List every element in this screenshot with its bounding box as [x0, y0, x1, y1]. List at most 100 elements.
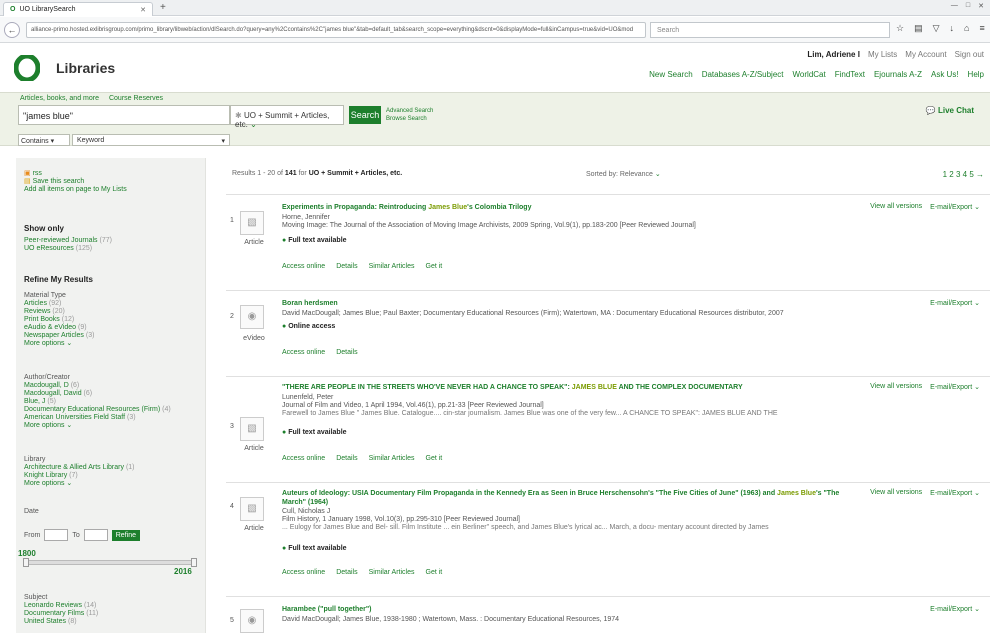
browser-search-field[interactable]: Search	[650, 22, 890, 38]
access-online-tab[interactable]: Access online	[282, 263, 325, 270]
star-icon[interactable]: ☆	[896, 23, 904, 34]
email-export-link[interactable]: E-mail/Export ⌄	[930, 489, 980, 497]
availability-status[interactable]: ● Full text available	[282, 237, 347, 244]
maximize-icon[interactable]: □	[966, 2, 970, 10]
view-all-versions-link[interactable]: View all versions	[870, 203, 922, 211]
my-lists-link[interactable]: My Lists	[868, 50, 897, 59]
facet-item[interactable]: Peer-reviewed Journals (77)	[24, 237, 112, 245]
facet-item[interactable]: Blue, J (5)	[24, 398, 171, 406]
similar-articles-tab[interactable]: Similar Articles	[369, 263, 415, 270]
facet-item[interactable]: Architecture & Allied Arts Library (1)	[24, 464, 135, 472]
pagination[interactable]: 1 2 3 4 5 →	[943, 170, 984, 179]
facet-item[interactable]: Reviews (20)	[24, 308, 94, 316]
close-window-icon[interactable]: ✕	[978, 2, 984, 10]
availability-status[interactable]: ● Full text available	[282, 545, 347, 552]
get-it-tab[interactable]: Get it	[426, 263, 443, 270]
back-arrow-icon[interactable]: ←	[4, 22, 20, 38]
save-search-link[interactable]: ▤ Save this search	[24, 178, 127, 186]
facet-item[interactable]: Articles (92)	[24, 300, 94, 308]
video-thumbnail-icon[interactable]: ◉	[240, 609, 264, 633]
email-export-link[interactable]: E-mail/Export ⌄	[930, 383, 980, 391]
tab-course-reserves[interactable]: Course Reserves	[109, 95, 163, 102]
nav-ejournals[interactable]: Ejournals A-Z	[874, 70, 922, 79]
minimize-icon[interactable]: —	[951, 2, 958, 10]
close-tab-icon[interactable]: ✕	[140, 6, 146, 14]
result-title-link[interactable]: Harambee ("pull together")	[282, 605, 802, 614]
slider-min-handle[interactable]	[23, 558, 29, 567]
facet-item[interactable]: Documentary Films (11)	[24, 610, 98, 618]
access-online-tab[interactable]: Access online	[282, 455, 325, 462]
article-thumbnail-icon[interactable]: ▧	[240, 211, 264, 235]
address-bar[interactable]: alliance-primo.hosted.exlibrisgroup.com/…	[26, 22, 646, 38]
nav-new-search[interactable]: New Search	[649, 70, 693, 79]
contains-select[interactable]: Contains ▾	[18, 134, 70, 146]
facet-item[interactable]: Newspaper Articles (3)	[24, 332, 94, 340]
search-button[interactable]: Search	[349, 106, 381, 124]
get-it-tab[interactable]: Get it	[426, 455, 443, 462]
search-input[interactable]: "james blue"	[18, 105, 230, 125]
nav-help[interactable]: Help	[968, 70, 984, 79]
live-chat-link[interactable]: 💬 Live Chat	[926, 106, 974, 115]
similar-articles-tab[interactable]: Similar Articles	[369, 455, 415, 462]
more-options-link[interactable]: More options ⌄	[24, 340, 94, 348]
similar-articles-tab[interactable]: Similar Articles	[369, 569, 415, 576]
next-arrow-icon[interactable]: →	[976, 170, 984, 179]
new-tab-icon[interactable]: +	[160, 2, 166, 13]
get-it-tab[interactable]: Get it	[426, 569, 443, 576]
facet-item[interactable]: Macdougall, David (6)	[24, 390, 171, 398]
menu-icon[interactable]: ≡	[979, 23, 984, 34]
result-title-link[interactable]: Auteurs of Ideology: USIA Documentary Fi…	[282, 489, 842, 507]
page-numbers[interactable]: 1 2 3 4 5	[943, 170, 974, 179]
view-all-versions-link[interactable]: View all versions	[870, 489, 922, 497]
tab-articles[interactable]: Articles, books, and more	[20, 95, 99, 102]
browser-tab[interactable]: O UO LibrarySearch ✕	[3, 2, 153, 16]
details-tab[interactable]: Details	[336, 455, 357, 462]
refine-button[interactable]: Refine	[111, 529, 140, 541]
nav-findtext[interactable]: FindText	[835, 70, 865, 79]
video-thumbnail-icon[interactable]: ◉	[240, 305, 264, 329]
article-thumbnail-icon[interactable]: ▧	[240, 497, 264, 521]
slider-max-handle[interactable]	[191, 558, 197, 567]
result-title-link[interactable]: Experiments in Propaganda: Reintroducing…	[282, 203, 802, 212]
scope-select[interactable]: ✱ UO + Summit + Articles, etc. ⌄	[230, 105, 344, 129]
keyword-select[interactable]: Keyword ▾	[72, 134, 230, 146]
nav-worldcat[interactable]: WorldCat	[793, 70, 826, 79]
details-tab[interactable]: Details	[336, 263, 357, 270]
download-icon[interactable]: ↓	[950, 23, 955, 34]
view-all-versions-link[interactable]: View all versions	[870, 383, 922, 391]
details-tab[interactable]: Details	[336, 349, 357, 356]
browse-search-link[interactable]: Browse Search	[386, 115, 433, 123]
facet-item[interactable]: Knight Library (7)	[24, 472, 135, 480]
reading-list-icon[interactable]: ▤	[914, 23, 923, 34]
access-online-tab[interactable]: Access online	[282, 349, 325, 356]
result-title-link[interactable]: Boran herdsmen	[282, 299, 802, 308]
facet-item[interactable]: UO eResources (125)	[24, 245, 112, 253]
email-export-link[interactable]: E-mail/Export ⌄	[930, 605, 980, 613]
uo-logo-icon[interactable]	[14, 55, 40, 81]
date-to-input[interactable]	[83, 529, 108, 541]
email-export-link[interactable]: E-mail/Export ⌄	[930, 203, 980, 211]
nav-databases[interactable]: Databases A-Z/Subject	[702, 70, 784, 79]
sort-select[interactable]: Sorted by: Relevance ⌄	[586, 170, 661, 178]
details-tab[interactable]: Details	[336, 569, 357, 576]
more-options-link[interactable]: More options ⌄	[24, 422, 171, 430]
sign-out-link[interactable]: Sign out	[955, 50, 984, 59]
pocket-icon[interactable]: ▽	[933, 23, 940, 34]
rss-link[interactable]: ▣ rss	[24, 170, 127, 178]
facet-item[interactable]: American Universities Field Staff (3)	[24, 414, 171, 422]
result-title-link[interactable]: "THERE ARE PEOPLE IN THE STREETS WHO'VE …	[282, 383, 882, 392]
facet-item[interactable]: United States (8)	[24, 618, 98, 626]
facet-item[interactable]: Documentary Educational Resources (Firm)…	[24, 406, 171, 414]
availability-status[interactable]: ● Online access	[282, 323, 335, 330]
email-export-link[interactable]: E-mail/Export ⌄	[930, 299, 980, 307]
facet-item[interactable]: Macdougall, D (6)	[24, 382, 171, 390]
facet-item[interactable]: Print Books (12)	[24, 316, 94, 324]
date-slider[interactable]	[23, 558, 197, 567]
add-all-link[interactable]: Add all items on page to My Lists	[24, 186, 127, 194]
home-icon[interactable]: ⌂	[964, 23, 969, 34]
availability-status[interactable]: ● Full text available	[282, 429, 347, 436]
clear-icon[interactable]: ✱	[235, 111, 244, 120]
article-thumbnail-icon[interactable]: ▧	[240, 417, 264, 441]
facet-item[interactable]: Leonardo Reviews (14)	[24, 602, 98, 610]
access-online-tab[interactable]: Access online	[282, 569, 325, 576]
